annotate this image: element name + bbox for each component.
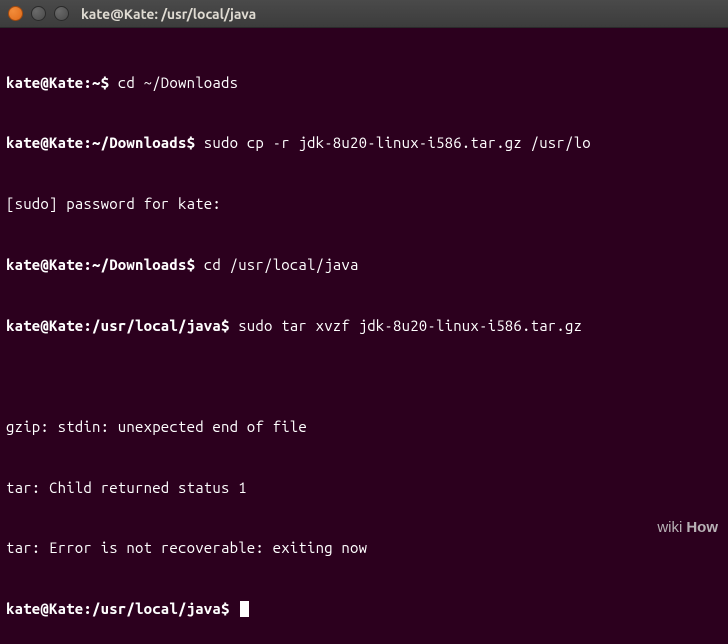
terminal-line: kate@Kate:~$ cd ~/Downloads — [6, 73, 722, 93]
terminal-output[interactable]: kate@Kate:~$ cd ~/Downloads kate@Kate:~/… — [0, 28, 728, 644]
watermark: wikiHow — [657, 519, 718, 536]
prompt: kate@Kate:/usr/local/java$ — [6, 600, 230, 617]
terminal-line: kate@Kate:~/Downloads$ sudo cp -r jdk-8u… — [6, 133, 722, 153]
window-controls — [8, 6, 69, 21]
terminal-line: [sudo] password for kate: — [6, 194, 722, 214]
window-title: kate@Kate: /usr/local/java — [81, 6, 256, 22]
command-text: sudo tar xvzf jdk-8u20-linux-i586.tar.gz — [230, 317, 583, 334]
terminal-line: tar: Child returned status 1 — [6, 478, 722, 498]
maximize-icon[interactable] — [54, 6, 69, 21]
output-text: tar: Error is not recoverable: exiting n… — [6, 539, 367, 556]
prompt: kate@Kate:/usr/local/java$ — [6, 317, 230, 334]
command-text: cd /usr/local/java — [195, 256, 358, 273]
terminal-line: kate@Kate:~/Downloads$ cd /usr/local/jav… — [6, 255, 722, 275]
command-text: sudo cp -r jdk-8u20-linux-i586.tar.gz /u… — [195, 134, 591, 151]
command-text: cd ~/Downloads — [109, 74, 238, 91]
prompt: kate@Kate:~/Downloads$ — [6, 134, 195, 151]
cursor — [240, 601, 249, 617]
minimize-icon[interactable] — [31, 6, 46, 21]
prompt: kate@Kate:~$ — [6, 74, 109, 91]
terminal-line: gzip: stdin: unexpected end of file — [6, 417, 722, 437]
output-text: [sudo] password for kate: — [6, 195, 221, 212]
output-text: tar: Child returned status 1 — [6, 479, 247, 496]
output-text: gzip: stdin: unexpected end of file — [6, 418, 307, 435]
watermark-suffix: How — [686, 519, 718, 536]
close-icon[interactable] — [8, 6, 23, 21]
prompt: kate@Kate:~/Downloads$ — [6, 256, 195, 273]
terminal-line: kate@Kate:/usr/local/java$ sudo tar xvzf… — [6, 316, 722, 336]
watermark-prefix: wiki — [657, 519, 682, 536]
command-text — [230, 600, 239, 617]
titlebar: kate@Kate: /usr/local/java — [0, 0, 728, 28]
terminal-line: tar: Error is not recoverable: exiting n… — [6, 538, 722, 558]
terminal-line: kate@Kate:/usr/local/java$ — [6, 599, 722, 619]
